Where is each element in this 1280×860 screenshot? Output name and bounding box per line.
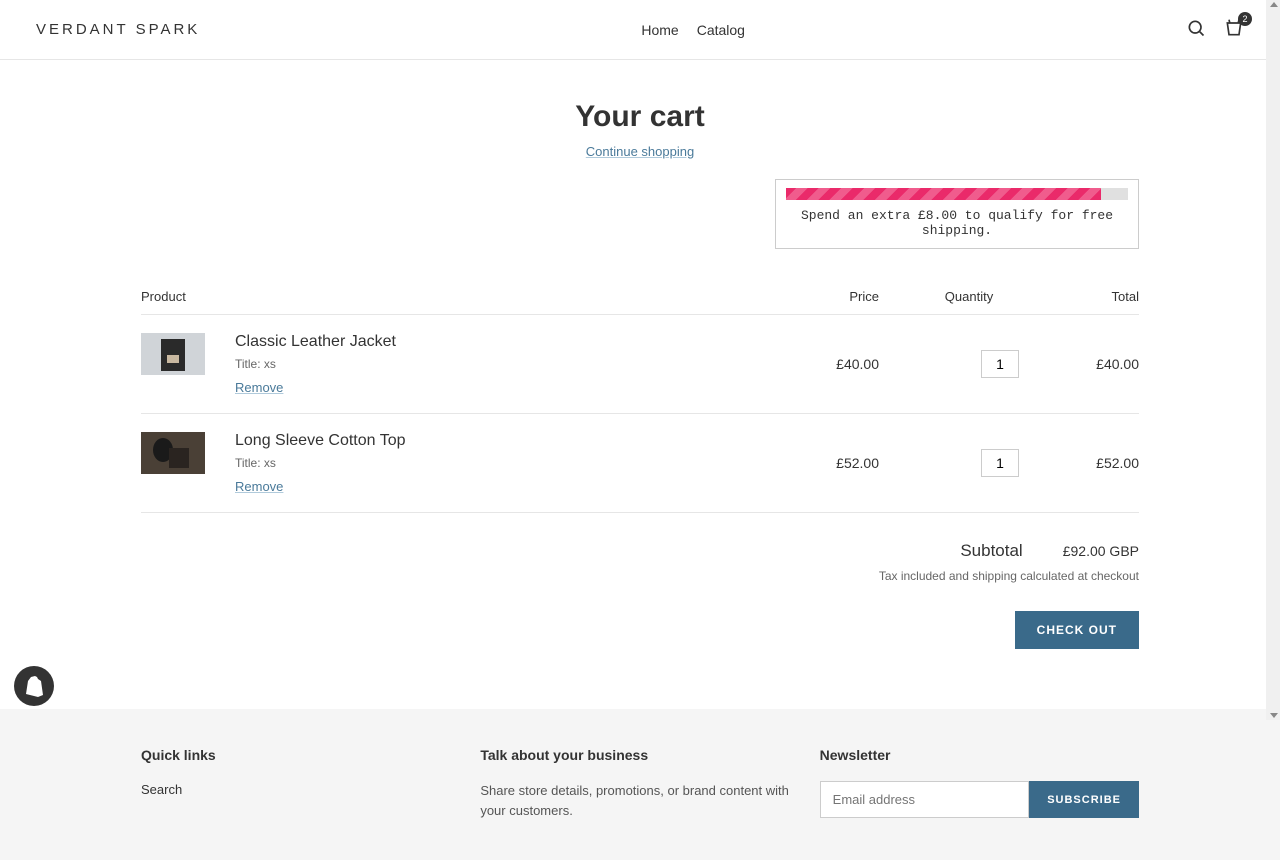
continue-shopping-link[interactable]: Continue shopping	[141, 144, 1139, 159]
product-cell: Long Sleeve Cotton Top Title: xs Remove	[141, 432, 759, 494]
remove-link[interactable]: Remove	[235, 479, 283, 494]
product-details: Classic Leather Jacket Title: xs Remove	[235, 333, 396, 395]
product-name[interactable]: Long Sleeve Cotton Top	[235, 432, 406, 450]
about-title: Talk about your business	[480, 747, 799, 763]
product-variant: Title: xs	[235, 456, 406, 470]
shipping-progress-bar	[786, 188, 1128, 200]
cart-page: Your cart Continue shopping Spend an ext…	[141, 60, 1139, 709]
tax-notice: Tax included and shipping calculated at …	[141, 569, 1139, 583]
cart-summary: Subtotal £92.00 GBP Tax included and shi…	[141, 541, 1139, 649]
footer-quick-links: Quick links Search	[141, 747, 460, 820]
nav-catalog[interactable]: Catalog	[697, 22, 745, 38]
cart-table-header: Product Price Quantity Total	[141, 279, 1139, 315]
search-icon[interactable]	[1186, 18, 1206, 41]
cart-row: Long Sleeve Cotton Top Title: xs Remove …	[141, 414, 1139, 513]
shipping-message: Spend an extra £8.00 to qualify for free…	[786, 208, 1128, 238]
footer-about: Talk about your business Share store det…	[480, 747, 799, 820]
page-title: Your cart	[141, 100, 1139, 134]
free-shipping-notice: Spend an extra £8.00 to qualify for free…	[775, 179, 1139, 249]
product-total: £52.00	[1019, 455, 1139, 471]
product-price: £52.00	[759, 455, 879, 471]
footer-search-link[interactable]: Search	[141, 782, 182, 797]
email-input[interactable]	[820, 781, 1030, 818]
quantity-input[interactable]	[981, 449, 1019, 477]
subtotal-value: £92.00 GBP	[1063, 543, 1139, 559]
cart-count-badge: 2	[1238, 12, 1252, 26]
header-product: Product	[141, 289, 759, 304]
main-nav: Home Catalog	[641, 22, 745, 38]
remove-link[interactable]: Remove	[235, 380, 283, 395]
header-actions: 2	[1186, 18, 1244, 41]
subtotal-row: Subtotal £92.00 GBP	[141, 541, 1139, 561]
subtotal-label: Subtotal	[960, 541, 1022, 561]
nav-home[interactable]: Home	[641, 22, 678, 38]
header-total: Total	[1019, 289, 1139, 304]
quick-links-title: Quick links	[141, 747, 460, 763]
product-variant: Title: xs	[235, 357, 396, 371]
cart-icon[interactable]: 2	[1224, 18, 1244, 41]
brand-logo[interactable]: VERDANT SPARK	[36, 21, 200, 38]
footer-newsletter: Newsletter SUBSCRIBE	[820, 747, 1139, 820]
shipping-progress-fill	[786, 188, 1101, 200]
product-quantity	[879, 350, 1019, 378]
product-name[interactable]: Classic Leather Jacket	[235, 333, 396, 351]
product-image[interactable]	[141, 333, 205, 375]
site-footer: Quick links Search Talk about your busin…	[0, 709, 1280, 860]
subscribe-button[interactable]: SUBSCRIBE	[1029, 781, 1139, 818]
header-quantity: Quantity	[879, 289, 1019, 304]
scrollbar[interactable]	[1266, 0, 1280, 720]
newsletter-title: Newsletter	[820, 747, 1139, 763]
site-header: VERDANT SPARK Home Catalog 2	[0, 0, 1280, 60]
quantity-input[interactable]	[981, 350, 1019, 378]
about-body: Share store details, promotions, or bran…	[480, 781, 799, 820]
shopify-badge-icon[interactable]	[14, 666, 54, 706]
checkout-button[interactable]: CHECK OUT	[1015, 611, 1139, 649]
newsletter-form: SUBSCRIBE	[820, 781, 1139, 818]
cart-row: Classic Leather Jacket Title: xs Remove …	[141, 315, 1139, 414]
product-image[interactable]	[141, 432, 205, 474]
product-total: £40.00	[1019, 356, 1139, 372]
product-details: Long Sleeve Cotton Top Title: xs Remove	[235, 432, 406, 494]
product-price: £40.00	[759, 356, 879, 372]
product-cell: Classic Leather Jacket Title: xs Remove	[141, 333, 759, 395]
product-quantity	[879, 449, 1019, 477]
header-price: Price	[759, 289, 879, 304]
